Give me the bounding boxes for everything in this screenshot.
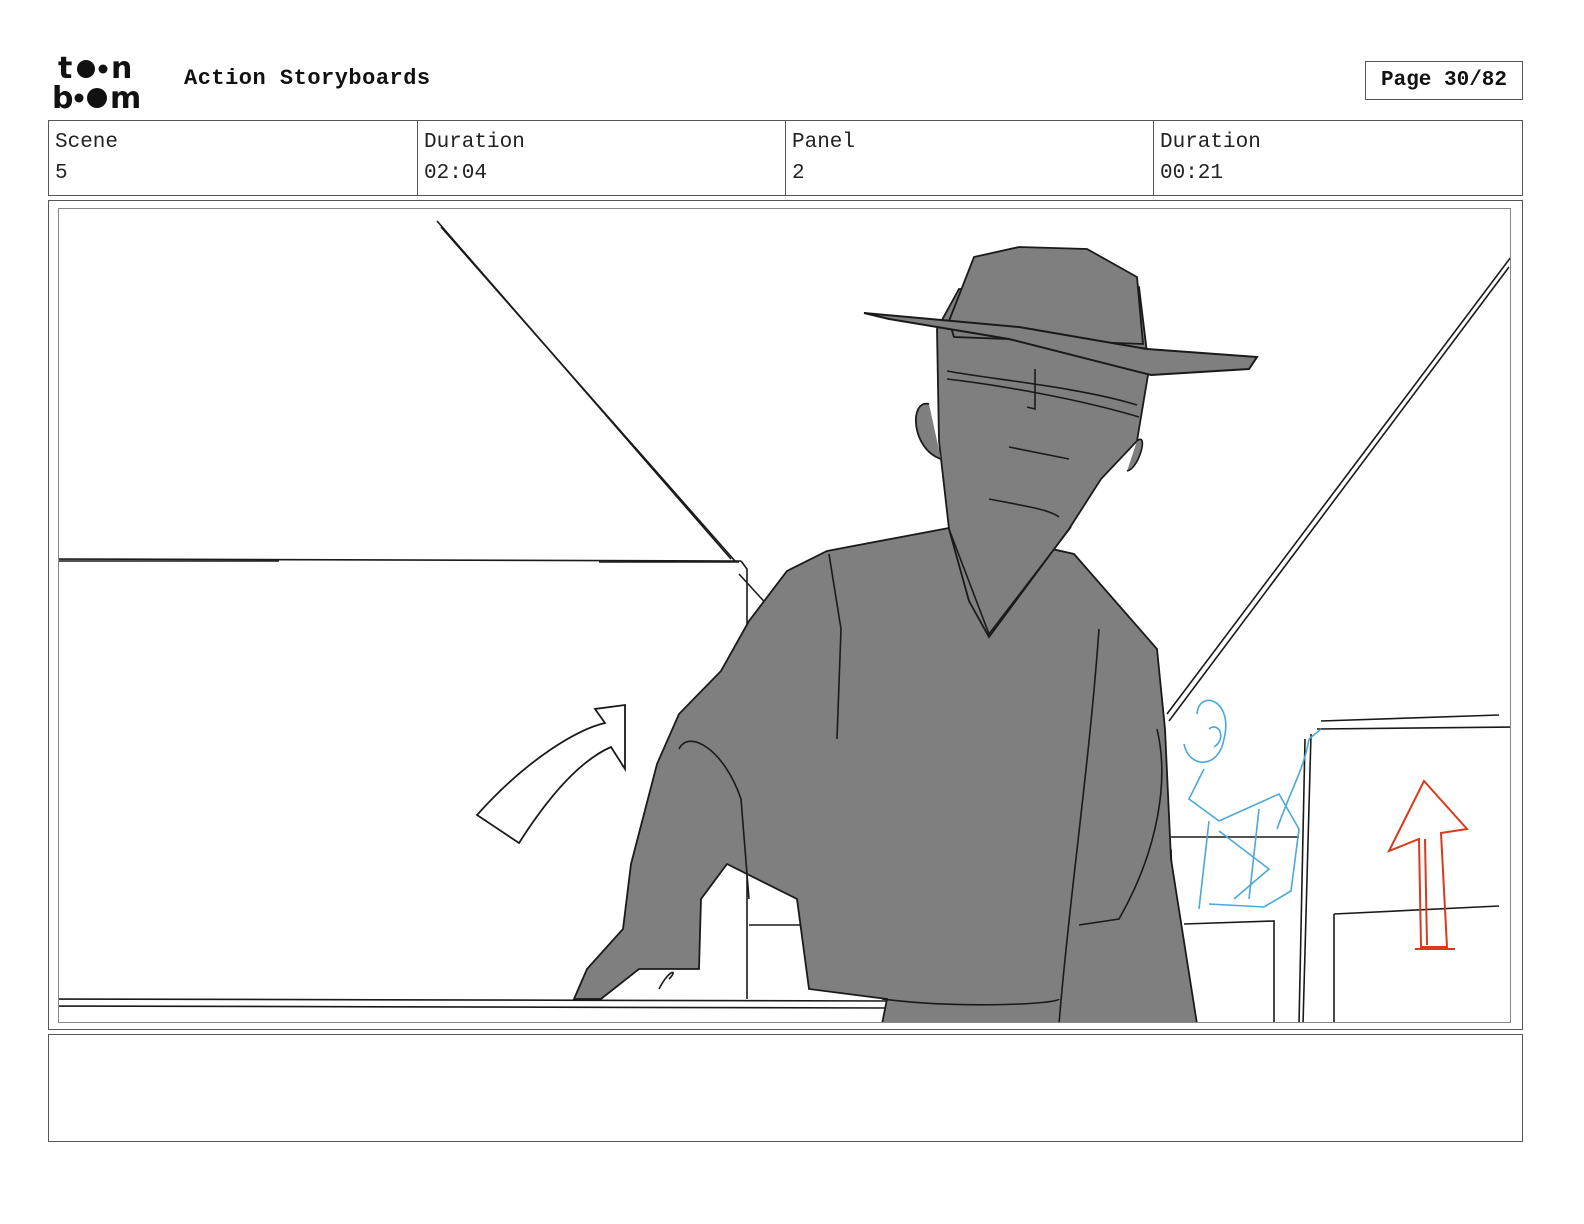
page-indicator: Page 30/82 — [1365, 61, 1523, 100]
up-arrow-icon — [1386, 779, 1469, 950]
panel-value: 2 — [792, 162, 805, 185]
scene-duration-label: Duration — [424, 131, 525, 154]
scene-duration-cell: Duration 02:04 — [417, 121, 785, 195]
panel-duration-label: Duration — [1160, 131, 1261, 154]
panel-image[interactable] — [58, 208, 1511, 1023]
toon-boom-logo: t n b m — [52, 52, 164, 110]
panel-info-table: Scene 5 Duration 02:04 Panel 2 Duration … — [48, 120, 1523, 196]
toon-boom-logo-icon: t n b m — [52, 52, 141, 110]
scene-cell: Scene 5 — [49, 121, 417, 195]
curved-arrow-icon — [475, 703, 626, 845]
scene-label: Scene — [55, 131, 119, 154]
action-notes-box[interactable] — [48, 1034, 1523, 1142]
panel-duration-value: 00:21 — [1160, 162, 1224, 185]
svg-text:m: m — [110, 81, 141, 110]
panel-duration-cell: Duration 00:21 — [1153, 121, 1522, 195]
panel-label: Panel — [792, 131, 856, 154]
scene-value: 5 — [55, 162, 68, 185]
svg-text:b: b — [52, 81, 73, 110]
man-with-hat-silhouette — [572, 246, 1259, 1022]
panel-cell: Panel 2 — [785, 121, 1153, 195]
scene-duration-value: 02:04 — [424, 162, 488, 185]
storyboard-sketch — [59, 220, 1510, 1022]
app-title: Action Storyboards — [184, 66, 431, 91]
background-figure-sketch — [1183, 699, 1322, 910]
